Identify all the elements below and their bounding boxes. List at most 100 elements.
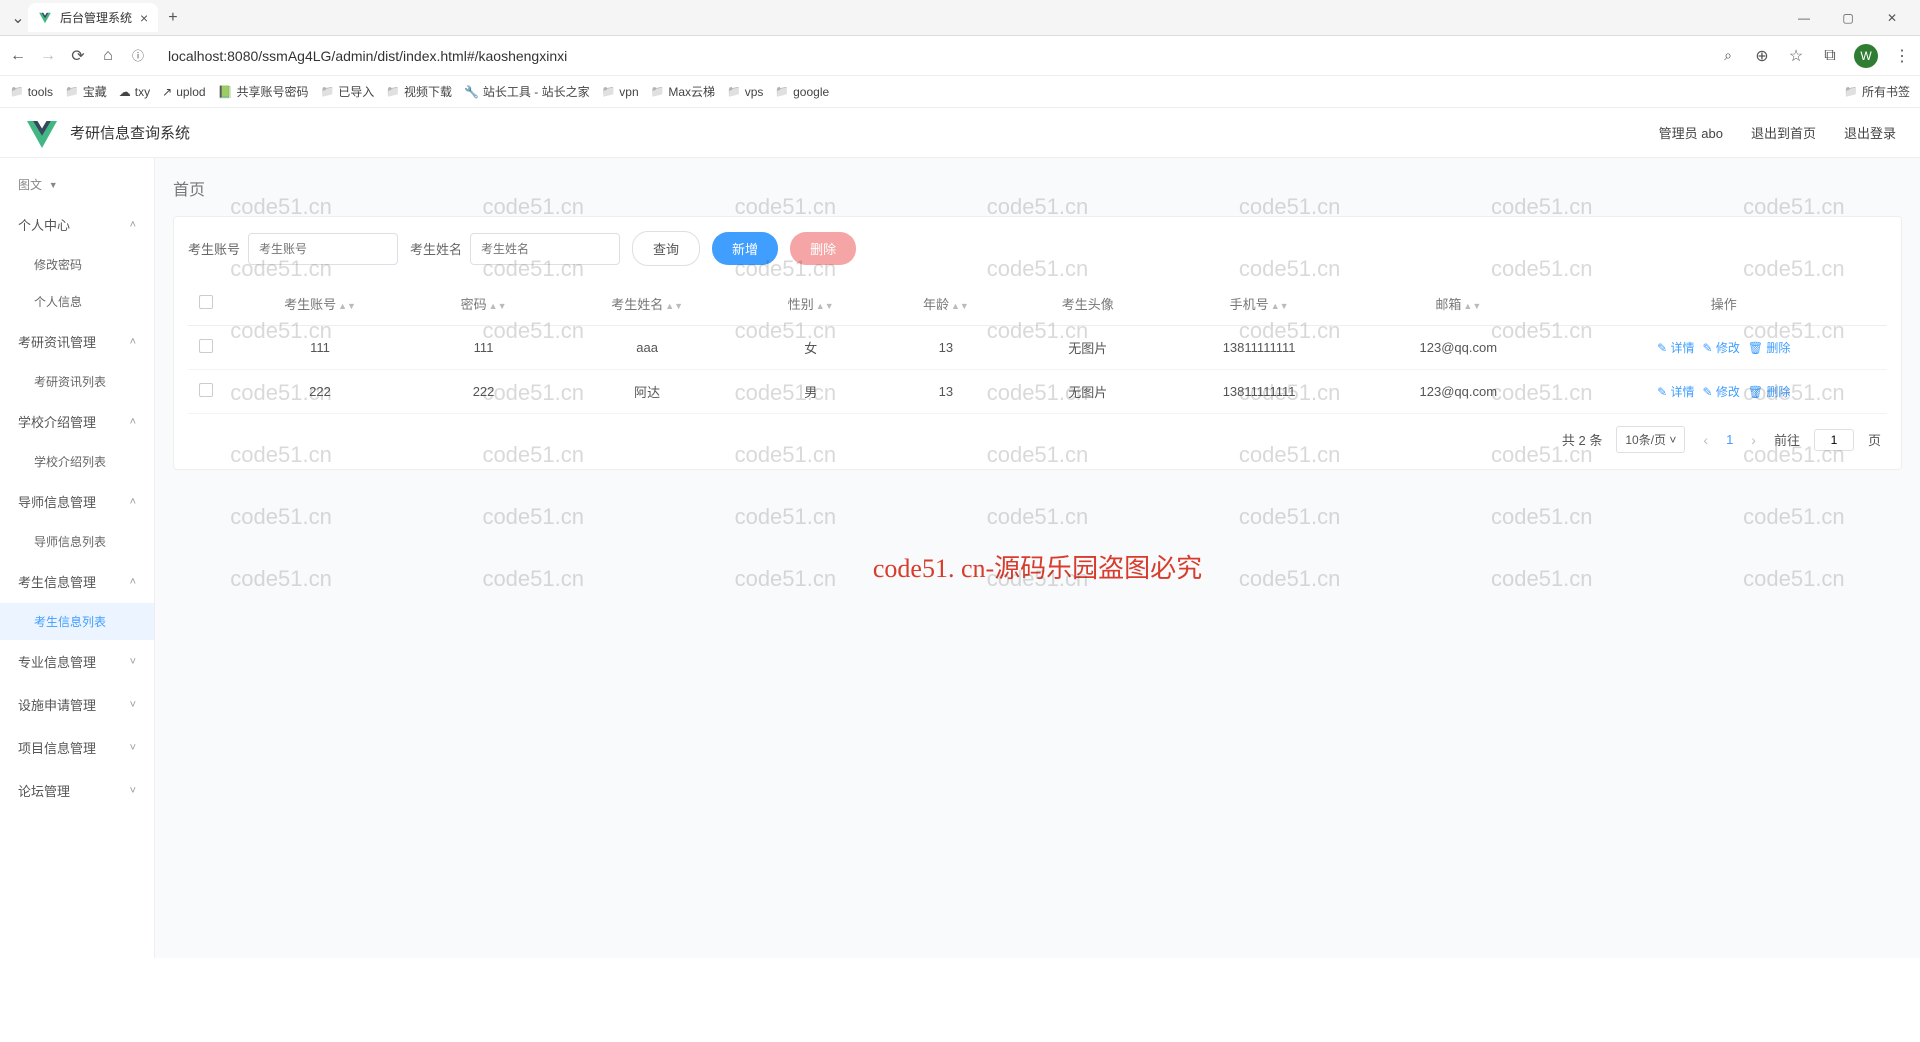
op-delete[interactable]: 🗑 删除 — [1748, 339, 1791, 356]
th-gender: 性别▲▼ — [743, 282, 878, 326]
sidebar-title: 图文 ▼ — [0, 166, 154, 203]
translate-icon[interactable]: ⊕ — [1752, 46, 1772, 66]
sidebar-group-school[interactable]: 学校介绍管理˄ — [0, 400, 154, 443]
chevron-down-icon[interactable]: ⌄ — [8, 8, 28, 28]
watermark-notice: code51. cn-源码乐园盗图必究 — [873, 548, 1202, 585]
sort-icon[interactable]: ▲▼ — [1271, 303, 1289, 309]
sort-icon[interactable]: ▲▼ — [816, 303, 834, 309]
link-logout[interactable]: 退出登录 — [1844, 123, 1896, 142]
new-tab-button[interactable]: + — [168, 9, 177, 27]
app-header: 考研信息查询系统 管理员 abo 退出到首页 退出登录 — [0, 108, 1920, 158]
op-delete[interactable]: 🗑 删除 — [1748, 383, 1791, 400]
filter-name-input[interactable] — [470, 233, 620, 265]
delete-button[interactable]: 删除 — [790, 232, 856, 265]
op-edit[interactable]: ✎ 修改 — [1702, 383, 1739, 400]
back-icon[interactable]: ← — [8, 46, 28, 66]
bookmark-max[interactable]: Max云梯 — [651, 83, 715, 100]
pagination: 共 2 条 10条/页 ˅ ‹ 1 › 前往 页 — [188, 414, 1887, 455]
cell-password: 222 — [416, 370, 551, 414]
reload-icon[interactable]: ⟳ — [68, 46, 88, 66]
sidebar-item-profile[interactable]: 个人信息 — [0, 283, 154, 320]
sidebar-group-facility[interactable]: 设施申请管理˅ — [0, 683, 154, 726]
table-row: 222 222 阿达 男 13 无图片 13811111111 123@qq.c… — [188, 370, 1887, 414]
op-detail[interactable]: ✎ 详情 — [1657, 339, 1694, 356]
sort-icon[interactable]: ▲▼ — [951, 303, 969, 309]
site-info-icon[interactable]: ⓘ — [128, 46, 148, 66]
close-icon[interactable]: × — [140, 10, 148, 26]
pag-next-icon[interactable]: › — [1747, 432, 1760, 448]
sidebar-group-news[interactable]: 考研资讯管理˄ — [0, 320, 154, 363]
filter-bar: 考生账号 考生姓名 查询 新增 删除 — [188, 231, 1887, 266]
browser-tab[interactable]: 后台管理系统 × — [28, 3, 158, 32]
cell-phone: 13811111111 — [1162, 370, 1356, 414]
sidebar-group-forum[interactable]: 论坛管理˅ — [0, 769, 154, 812]
bookmark-google[interactable]: google — [775, 85, 829, 99]
sidebar-group-project[interactable]: 项目信息管理˅ — [0, 726, 154, 769]
add-button[interactable]: 新增 — [712, 232, 778, 265]
bookmark-vpn[interactable]: vpn — [602, 85, 639, 99]
query-button[interactable]: 查询 — [632, 231, 700, 266]
th-name: 考生姓名▲▼ — [551, 282, 743, 326]
cell-account: 111 — [224, 326, 416, 370]
link-home[interactable]: 退出到首页 — [1751, 123, 1816, 142]
sidebar-group-major[interactable]: 专业信息管理˅ — [0, 640, 154, 683]
sidebar-item-school-list[interactable]: 学校介绍列表 — [0, 443, 154, 480]
sort-icon[interactable]: ▲▼ — [489, 303, 507, 309]
sidebar-group-tutor[interactable]: 导师信息管理˄ — [0, 480, 154, 523]
cell-password: 111 — [416, 326, 551, 370]
filter-account-input[interactable] — [248, 233, 398, 265]
user-label[interactable]: 管理员 abo — [1659, 123, 1723, 142]
password-icon[interactable]: ⌕ — [1718, 46, 1738, 66]
profile-avatar[interactable]: W — [1854, 44, 1878, 68]
bookmark-seo[interactable]: 🔧 站长工具 - 站长之家 — [464, 83, 590, 100]
sidebar-item-student-list[interactable]: 考生信息列表 — [0, 603, 154, 640]
chevron-up-icon: ˄ — [130, 496, 136, 508]
bookmark-vps[interactable]: vps — [727, 85, 763, 99]
op-detail[interactable]: ✎ 详情 — [1657, 383, 1694, 400]
sidebar-item-tutor-list[interactable]: 导师信息列表 — [0, 523, 154, 560]
pag-goto-input[interactable] — [1814, 429, 1854, 451]
chevron-down-icon: ˅ — [130, 699, 136, 711]
url-input[interactable]: localhost:8080/ssmAg4LG/admin/dist/index… — [158, 48, 1708, 64]
bookmark-tools[interactable]: tools — [10, 85, 53, 99]
cell-email: 123@qq.com — [1356, 326, 1560, 370]
pag-page-suffix: 页 — [1868, 430, 1881, 449]
window-maximize[interactable]: ▢ — [1828, 3, 1868, 33]
more-icon[interactable]: ⋮ — [1892, 46, 1912, 66]
pag-prev-icon[interactable]: ‹ — [1699, 432, 1712, 448]
sidebar-group-student[interactable]: 考生信息管理˄ — [0, 560, 154, 603]
th-ops: 操作 — [1561, 282, 1887, 326]
cell-phone: 13811111111 — [1162, 326, 1356, 370]
cell-avatar: 无图片 — [1013, 370, 1162, 414]
pag-page-size[interactable]: 10条/页 ˅ — [1616, 426, 1685, 453]
cell-gender: 女 — [743, 326, 878, 370]
extensions-icon[interactable]: ⧉ — [1820, 46, 1840, 66]
sidebar-item-news-list[interactable]: 考研资讯列表 — [0, 363, 154, 400]
op-edit[interactable]: ✎ 修改 — [1702, 339, 1739, 356]
home-icon[interactable]: ⌂ — [98, 46, 118, 66]
bookmark-imported[interactable]: 已导入 — [321, 83, 375, 100]
window-minimize[interactable]: — — [1784, 3, 1824, 33]
sidebar-group-personal[interactable]: 个人中心˄ — [0, 203, 154, 246]
chevron-down-icon: ˅ — [130, 656, 136, 668]
bookmark-icon[interactable]: ☆ — [1786, 46, 1806, 66]
bookmark-shared[interactable]: 📗 共享账号密码 — [218, 83, 309, 100]
select-all-checkbox[interactable] — [199, 295, 213, 309]
window-close[interactable]: ✕ — [1872, 3, 1912, 33]
data-table: 考生账号▲▼ 密码▲▼ 考生姓名▲▼ 性别▲▼ 年龄▲▼ 考生头像 手机号▲▼ … — [188, 282, 1887, 414]
bookmark-txy[interactable]: ☁ txy — [119, 85, 150, 99]
sort-icon[interactable]: ▲▼ — [1463, 303, 1481, 309]
row-checkbox[interactable] — [199, 383, 213, 397]
pag-goto-label: 前往 — [1774, 430, 1800, 449]
sidebar-item-change-password[interactable]: 修改密码 — [0, 246, 154, 283]
pag-current[interactable]: 1 — [1726, 432, 1733, 447]
sort-icon[interactable]: ▲▼ — [338, 303, 356, 309]
tab-title: 后台管理系统 — [60, 9, 132, 26]
bookmark-baozang[interactable]: 宝藏 — [65, 83, 107, 100]
row-checkbox[interactable] — [199, 339, 213, 353]
bookmark-video[interactable]: 视频下载 — [386, 83, 452, 100]
bookmark-all[interactable]: 所有书签 — [1844, 83, 1910, 100]
forward-icon[interactable]: → — [38, 46, 58, 66]
bookmark-uplod[interactable]: ↗ uplod — [162, 85, 205, 99]
sort-icon[interactable]: ▲▼ — [665, 303, 683, 309]
